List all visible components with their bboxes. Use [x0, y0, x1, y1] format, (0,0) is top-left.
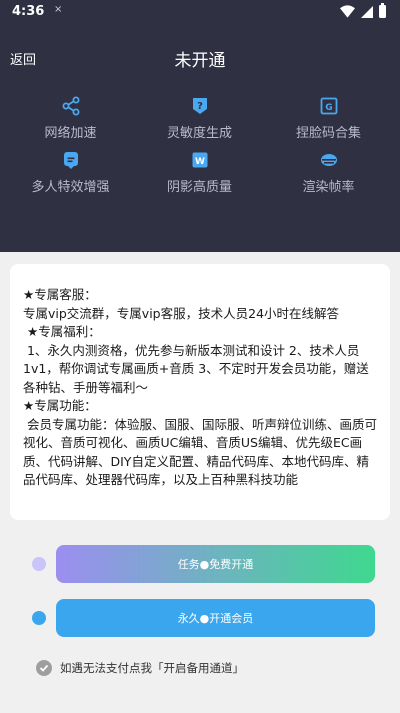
battery-icon: [379, 3, 386, 18]
wifi-icon: [340, 5, 355, 18]
vip-option-radio[interactable]: [32, 611, 46, 625]
feature-network-accel[interactable]: 网络加速: [4, 96, 137, 141]
feature-sensitivity[interactable]: ? 灵敏度生成: [133, 96, 266, 141]
feature-label: 网络加速: [44, 126, 97, 141]
free-option-radio[interactable]: [32, 557, 46, 571]
status-bar: 4:36 ×: [0, 0, 400, 26]
feature-label: 渲染帧率: [302, 180, 355, 195]
feature-face-codes[interactable]: G 捏脸码合集: [262, 96, 395, 141]
status-icons: [340, 3, 386, 18]
benefits-panel: ★专属客服： 专属vip交流群，专属vip客服，技术人员24小时在线解答 ★专属…: [10, 264, 390, 520]
header: 4:36 × 返回 未开通 网络加速 ? 灵敏度生成 G 捏脸码合集 多人特效增…: [0, 0, 400, 252]
svg-text:?: ?: [197, 101, 203, 112]
notification-icon: ×: [54, 4, 63, 15]
vip-activate-button[interactable]: 永久●开通会员: [56, 599, 375, 637]
feature-label: 灵敏度生成: [166, 126, 232, 141]
status-time: 4:36: [12, 4, 45, 19]
feature-label: 阴影高质量: [166, 180, 232, 195]
backup-channel-row[interactable]: 如遇无法支付点我「开启备用通道」: [36, 660, 244, 676]
g-image-icon: G: [320, 97, 337, 115]
question-shield-icon: ?: [192, 98, 207, 114]
svg-text:G: G: [325, 103, 332, 113]
cloud-icon: [320, 154, 337, 166]
feature-shadow-quality[interactable]: W 阴影高质量: [133, 150, 266, 195]
signal-icon: [361, 5, 373, 18]
check-icon[interactable]: [36, 660, 52, 676]
svg-text:W: W: [195, 157, 205, 167]
page-title: 未开通: [174, 51, 226, 71]
feature-label: 捏脸码合集: [295, 126, 361, 141]
feature-multi-effect[interactable]: 多人特效增强: [4, 150, 137, 195]
share-icon: [62, 96, 79, 116]
free-activate-button[interactable]: 任务●免费开通: [56, 545, 375, 583]
backup-channel-link[interactable]: 如遇无法支付点我「开启备用通道」: [60, 660, 244, 676]
w-image-icon: W: [192, 152, 207, 168]
benefits-text: ★专属客服： 专属vip交流群，专属vip客服，技术人员24小时在线解答 ★专属…: [23, 287, 377, 487]
chat-bubble-icon: [63, 152, 78, 169]
feature-frame-rate[interactable]: 渲染帧率: [262, 150, 395, 195]
feature-label: 多人特效增强: [31, 180, 110, 195]
